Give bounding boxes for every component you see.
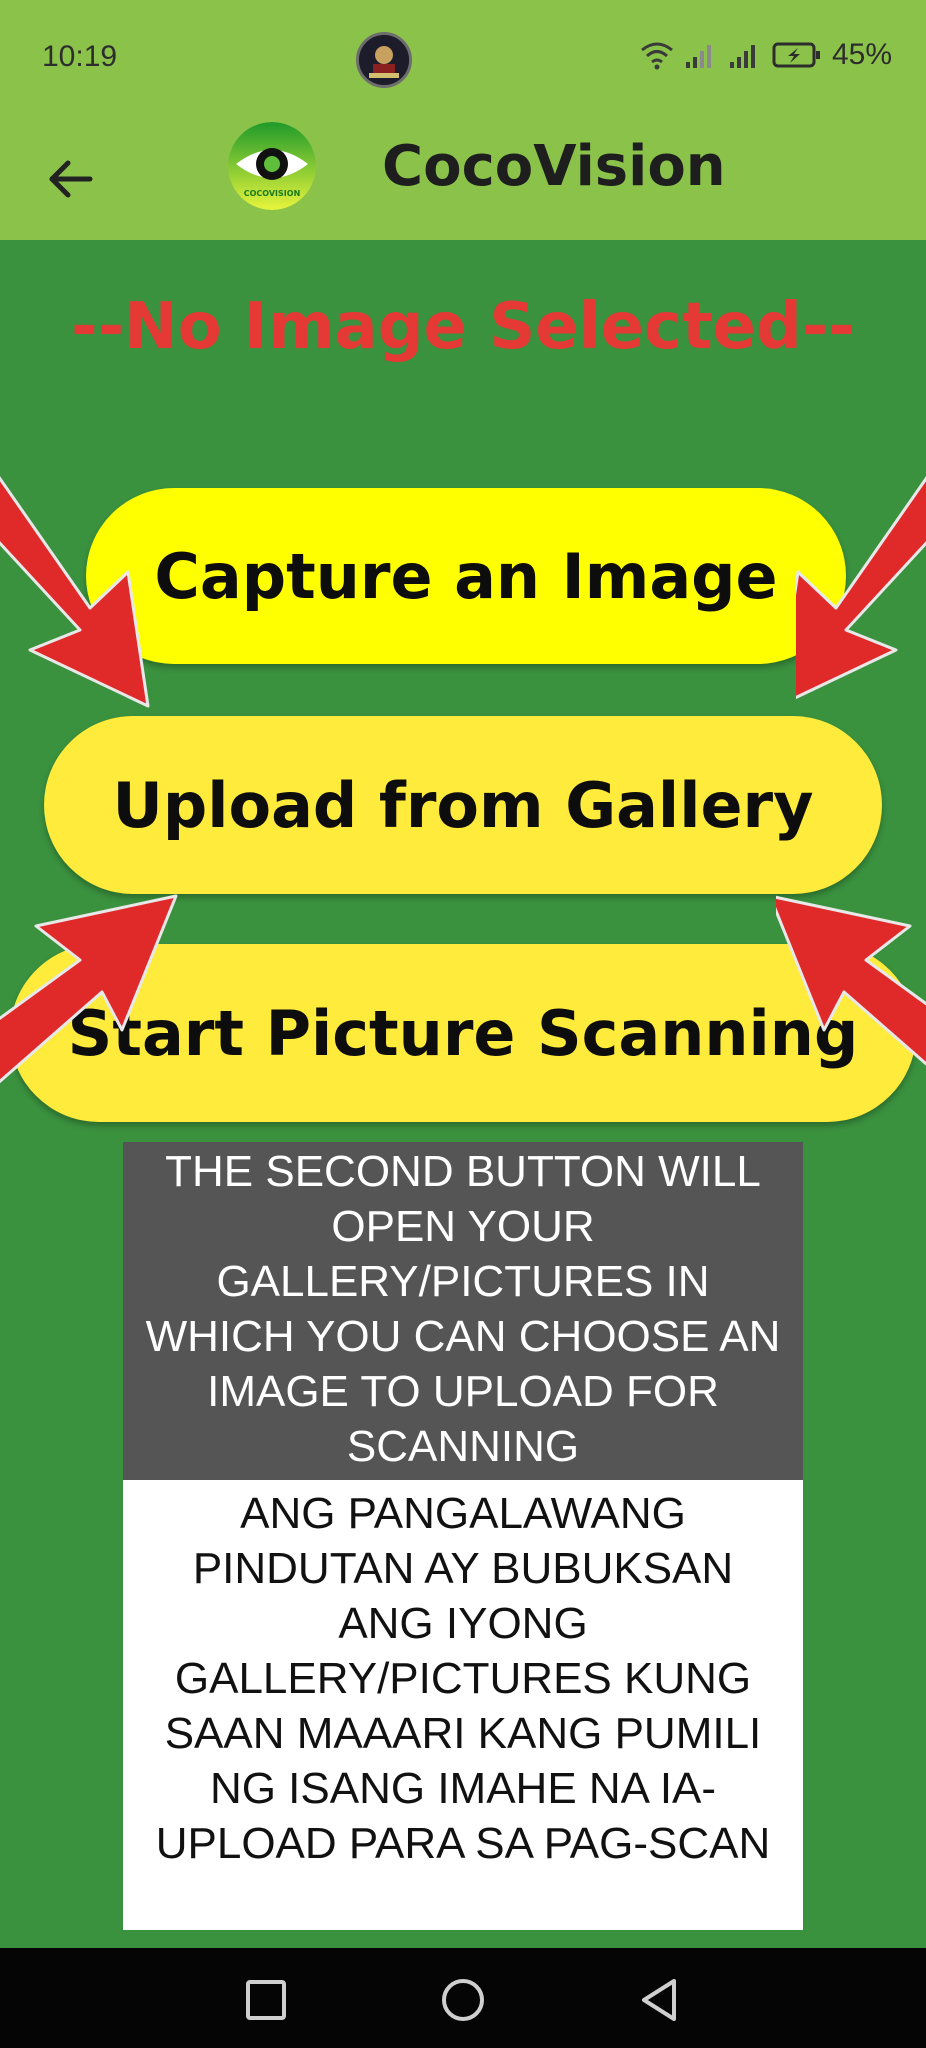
battery-charging-icon <box>772 42 820 68</box>
arrow-left-icon <box>49 160 93 198</box>
info-tagalog-text: ANG PANGALAWANG PINDUTAN AY BUBUKSAN ANG… <box>123 1480 803 1930</box>
home-button[interactable] <box>437 1974 489 2026</box>
status-icons: 45% <box>640 38 892 72</box>
back-button[interactable] <box>40 148 102 210</box>
status-bar: 10:19 45% <box>0 0 926 118</box>
app-title: CocoVision <box>382 134 726 199</box>
wifi-icon <box>641 42 673 70</box>
signal-icon <box>729 45 755 68</box>
no-image-selected-label: --No Image Selected-- <box>71 290 855 364</box>
logo-text: COCOVISION <box>244 189 301 198</box>
start-scanning-button[interactable]: Start Picture Scanning <box>10 944 916 1122</box>
system-nav-bar <box>0 1948 926 2048</box>
signal-icon <box>685 45 711 68</box>
app-logo: COCOVISION <box>228 122 316 210</box>
recents-button[interactable] <box>240 1974 292 2026</box>
nav-back-button[interactable] <box>634 1974 686 2026</box>
app-bar: COCOVISION CocoVision <box>0 118 926 240</box>
status-time: 10:19 <box>42 40 118 73</box>
capture-image-button[interactable]: Capture an Image <box>86 488 846 664</box>
recents-square-icon <box>246 1980 286 2020</box>
home-circle-icon <box>442 1979 484 2021</box>
notification-avatar-icon <box>356 32 412 88</box>
upload-from-gallery-button[interactable]: Upload from Gallery <box>44 716 882 894</box>
back-triangle-icon <box>642 1979 676 2021</box>
battery-percent: 45% <box>831 38 892 71</box>
info-english-text: THE SECOND BUTTON WILL OPEN YOUR GALLERY… <box>123 1142 803 1480</box>
